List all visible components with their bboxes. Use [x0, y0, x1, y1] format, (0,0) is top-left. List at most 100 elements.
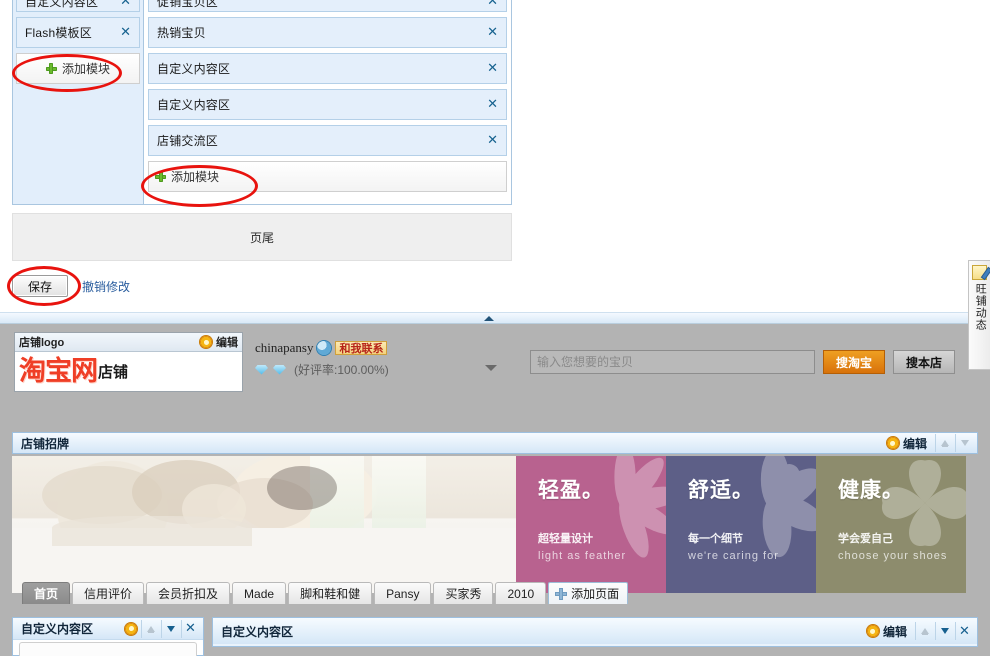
gear-icon [200, 336, 212, 348]
shop-banner-images: 轻盈。 超轻量设计 light as feather 舒适。 每一个细节 we' [12, 456, 978, 593]
edit-custom-content-label: 编辑 [882, 624, 907, 639]
module-item-label: 自定义内容区 [157, 98, 231, 112]
banner-card[interactable]: 轻盈。 超轻量设计 light as feather [516, 456, 666, 593]
shop-banner-toolbar: 店铺招牌 编辑 [12, 432, 978, 454]
module-item[interactable]: Flash模板区 ✕ [16, 17, 140, 48]
banner-card-subtitle-en: we're caring for [688, 550, 779, 562]
close-icon[interactable]: ✕ [487, 97, 498, 112]
module-item-label: 自定义内容区 [157, 62, 231, 76]
gear-icon[interactable] [125, 622, 137, 635]
contact-seller-button[interactable]: 和我联系 [335, 341, 388, 355]
diamond-icon [255, 364, 268, 375]
module-item[interactable]: 自定义内容区 ✕ [148, 53, 507, 84]
flower-icon [614, 456, 666, 558]
add-module-button-right[interactable]: 添加模块 [148, 161, 507, 192]
flower-icon [760, 456, 816, 558]
edit-custom-content-button[interactable]: 编辑 [861, 623, 913, 640]
custom-content-module-right: 自定义内容区 编辑 ✕ [212, 617, 978, 647]
banner-card-subtitle-cn: 超轻量设计 [538, 533, 593, 545]
seller-nickname: chinapansy [255, 340, 314, 355]
seller-identity-row: chinapansy 和我联系 [255, 332, 513, 356]
seller-info: chinapansy 和我联系 (好评率:100.00%) [255, 332, 513, 392]
shop-logo-label: 店铺logo [19, 337, 65, 349]
close-icon[interactable]: ✕ [120, 0, 131, 9]
search-shop-button[interactable]: 搜本店 [893, 350, 955, 374]
move-up-button[interactable] [141, 619, 159, 638]
module-item[interactable]: 热销宝贝 ✕ [148, 17, 507, 48]
brand-text: 淘宝网 [19, 355, 98, 387]
undo-changes-link[interactable]: 撤销修改 [82, 278, 130, 295]
close-icon[interactable]: ✕ [487, 133, 498, 148]
wangwang-icon[interactable] [317, 341, 332, 355]
banner-card[interactable]: 健康。 学会爱自己 choose your shoes [816, 456, 966, 593]
custom-content-left-title: 自定义内容区 [21, 622, 94, 636]
custom-content-left-tools: ✕ [125, 619, 199, 638]
bottom-module-row: 自定义内容区 ✕ 自定义内容区 编辑 ✕ [0, 617, 990, 656]
module-item[interactable]: 自定义内容区 ✕ [148, 89, 507, 120]
custom-content-right-toolbar: 自定义内容区 编辑 ✕ [213, 618, 977, 644]
move-down-button[interactable] [161, 619, 179, 638]
module-item[interactable]: 促销宝贝区 ✕ [148, 0, 507, 12]
tab-pansy[interactable]: Pansy [374, 582, 432, 604]
custom-content-right-title: 自定义内容区 [221, 624, 294, 639]
edit-banner-button[interactable]: 编辑 [881, 435, 933, 452]
banner-card-subtitle-cn: 每一个细节 [688, 533, 743, 545]
custom-content-right-tools: 编辑 ✕ [861, 622, 973, 640]
close-icon[interactable]: ✕ [120, 25, 131, 40]
shop-search-bar: 搜淘宝 搜本店 [530, 332, 975, 392]
module-item-label: 店铺交流区 [157, 134, 219, 148]
shop-logo-panel: 店铺logo 编辑 淘宝网 店铺 [14, 332, 243, 392]
close-icon[interactable]: ✕ [487, 61, 498, 76]
note-pencil-icon [972, 265, 987, 280]
shop-banner-title: 店铺招牌 [21, 436, 70, 451]
close-icon[interactable]: ✕ [487, 0, 498, 9]
move-up-button[interactable] [935, 434, 953, 452]
module-item[interactable]: 自定义内容区 ✕ [16, 0, 140, 12]
content-placeholder [19, 642, 197, 656]
shop-logo-image: 淘宝网 店铺 [15, 352, 242, 390]
module-item-label: 促销宝贝区 [157, 0, 219, 9]
tab-credit-rating[interactable]: 信用评价 [72, 582, 145, 604]
seller-rating-row: (好评率:100.00%) [255, 361, 513, 378]
search-taobao-button[interactable]: 搜淘宝 [823, 350, 885, 374]
shop-updates-side-tab[interactable]: 旺铺动态 [968, 260, 990, 370]
plus-icon [555, 587, 568, 600]
collapse-editor-strip[interactable] [0, 312, 990, 324]
module-editor-panel: 自定义内容区 ✕ Flash模板区 ✕ 添加模块 促销宝贝区 ✕ 热销宝贝 ✕ … [0, 0, 990, 315]
banner-card[interactable]: 舒适。 每一个细节 we're caring for [666, 456, 816, 593]
save-button[interactable]: 保存 [12, 275, 68, 297]
module-item-label: 热销宝贝 [157, 26, 206, 40]
custom-content-left-toolbar: 自定义内容区 ✕ [13, 618, 203, 640]
close-icon[interactable]: ✕ [181, 619, 199, 638]
banner-card-subtitle-en: light as feather [538, 550, 627, 562]
chevron-down-icon[interactable] [485, 365, 497, 371]
tab-member-discount[interactable]: 会员折扣及 [146, 582, 231, 604]
brand-suffix: 店铺 [98, 363, 129, 381]
add-module-button-left[interactable]: 添加模块 [16, 53, 140, 84]
move-down-button[interactable] [935, 622, 953, 640]
move-down-button[interactable] [955, 434, 973, 452]
module-item[interactable]: 店铺交流区 ✕ [148, 125, 507, 156]
add-module-label: 添加模块 [61, 62, 110, 76]
page-footer-label: 页尾 [249, 230, 274, 245]
tab-foot-shoe-health[interactable]: 脚和鞋和健 [288, 582, 373, 604]
tab-buyer-show[interactable]: 买家秀 [433, 582, 494, 604]
seller-rating-text: (好评率:100.00%) [294, 363, 389, 377]
tab-made[interactable]: Made [232, 582, 287, 604]
add-page-label: 添加页面 [571, 587, 620, 601]
screen: 自定义内容区 ✕ Flash模板区 ✕ 添加模块 促销宝贝区 ✕ 热销宝贝 ✕ … [0, 0, 990, 656]
tab-2010[interactable]: 2010 [495, 582, 547, 604]
close-icon[interactable]: ✕ [955, 622, 973, 640]
edit-logo-button[interactable]: 编辑 [200, 334, 238, 350]
move-up-button[interactable] [915, 622, 933, 640]
tab-home[interactable]: 首页 [22, 582, 71, 604]
close-icon[interactable]: ✕ [487, 25, 498, 40]
editor-left-column: 自定义内容区 ✕ Flash模板区 ✕ 添加模块 [13, 0, 144, 204]
search-input[interactable] [530, 350, 815, 374]
shop-banner-module: 店铺招牌 编辑 [12, 432, 978, 454]
shop-banner-tools: 编辑 [881, 434, 973, 452]
add-page-button[interactable]: 添加页面 [548, 582, 629, 604]
banner-card-heading: 轻盈。 [538, 479, 604, 502]
diamond-icon [273, 364, 286, 375]
module-item-label: Flash模板区 [25, 26, 92, 40]
